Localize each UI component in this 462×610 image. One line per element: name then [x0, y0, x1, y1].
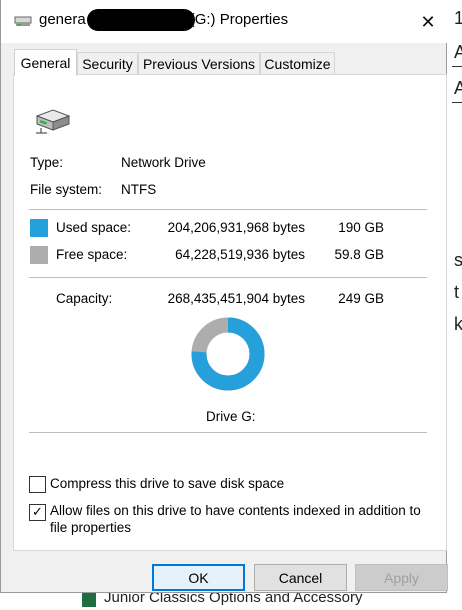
cancel-button[interactable]: Cancel — [254, 564, 347, 591]
used-space-size: 190 GB — [338, 220, 384, 235]
separator — [29, 432, 427, 433]
background-window-edge: 1E A A s t k — [446, 0, 462, 610]
index-label-line2: file properties — [50, 520, 132, 535]
background-text-fragment: A — [454, 78, 462, 98]
drive-label: Drive G: — [206, 409, 256, 424]
background-text-fragment: t — [454, 282, 460, 302]
background-divider — [452, 66, 462, 67]
title-bar[interactable]: genera (G:) Properties ✕ — [1, 0, 447, 43]
background-text-fragment: A — [454, 42, 462, 62]
compress-label: Compress this drive to save disk space — [50, 476, 285, 491]
used-space-label: Used space: — [56, 220, 132, 235]
index-label-line1: Allow files on this drive to have conten… — [50, 503, 421, 518]
free-space-label: Free space: — [56, 247, 128, 262]
used-space-bytes: 204,206,931,968 bytes — [167, 220, 305, 235]
excel-file-icon — [82, 593, 96, 607]
free-space-size: 59.8 GB — [334, 247, 384, 262]
background-divider — [452, 102, 462, 103]
network-drive-icon — [35, 109, 71, 134]
index-checkbox[interactable]: ✓ — [29, 504, 46, 521]
used-space-swatch — [30, 219, 48, 237]
close-icon: ✕ — [420, 11, 436, 33]
type-label: Type: — [30, 155, 64, 170]
file-system-label: File system: — [30, 182, 103, 197]
apply-button[interactable]: Apply — [355, 564, 448, 591]
separator — [29, 277, 427, 278]
ok-button[interactable]: OK — [152, 564, 245, 591]
tab-customize[interactable]: Customize — [260, 52, 335, 74]
background-text-fragment: 1E — [454, 8, 462, 28]
tab-security[interactable]: Security — [77, 52, 138, 74]
separator — [29, 209, 427, 210]
disk-usage-donut — [191, 317, 265, 391]
capacity-label: Capacity: — [56, 291, 113, 306]
tab-general[interactable]: General — [14, 49, 77, 76]
capacity-bytes: 268,435,451,904 bytes — [167, 291, 305, 306]
checkmark-icon: ✓ — [32, 505, 43, 520]
close-button[interactable]: ✕ — [413, 8, 443, 36]
free-space-swatch — [30, 246, 48, 264]
tab-previous-versions[interactable]: Previous Versions — [138, 52, 260, 74]
type-value: Network Drive — [121, 155, 206, 170]
background-window-bottom: Junior Classics Options and Accessory — [0, 589, 462, 610]
free-space-bytes: 64,228,519,936 bytes — [175, 247, 305, 262]
properties-dialog: genera (G:) Properties ✕ General Security… — [0, 0, 448, 593]
background-text-fragment: s — [454, 250, 462, 270]
compress-checkbox[interactable] — [29, 476, 46, 493]
network-drive-icon — [14, 16, 32, 26]
redaction-mark — [87, 9, 195, 31]
background-text-fragment: k — [454, 314, 462, 334]
file-system-value: NTFS — [121, 182, 157, 197]
capacity-size: 249 GB — [338, 291, 384, 306]
